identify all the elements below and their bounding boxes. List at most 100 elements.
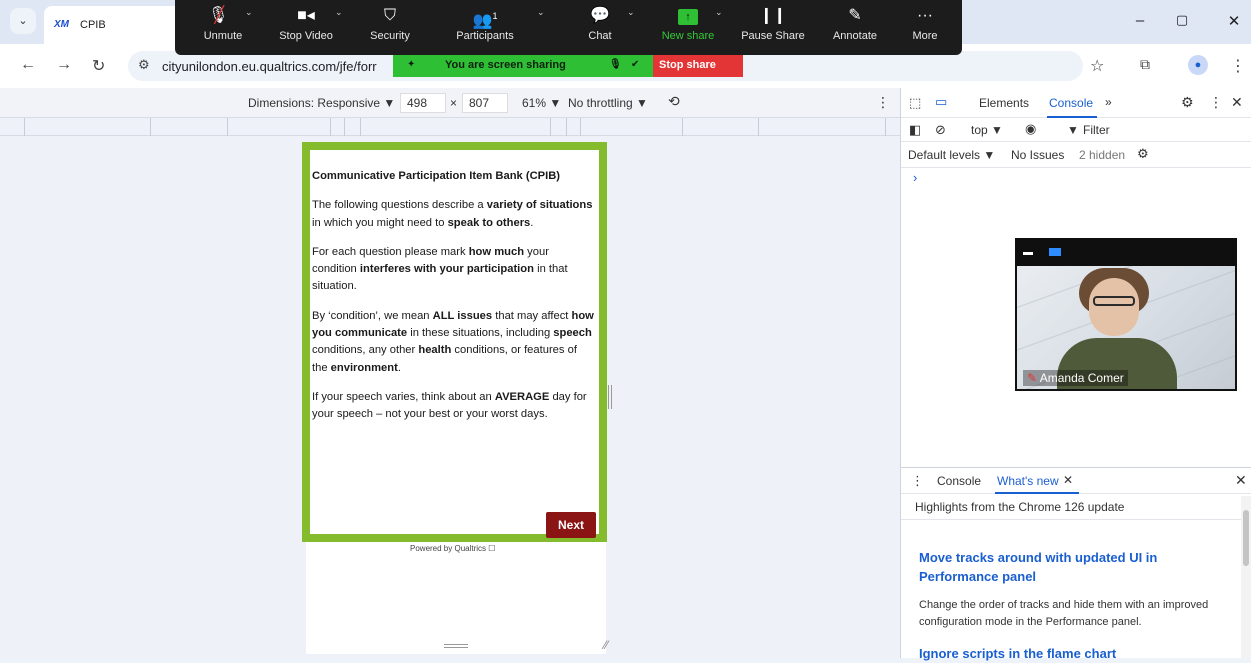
close-window-icon[interactable]: ✕ <box>1224 12 1244 30</box>
unmute-options-caret-icon[interactable]: ⌄ <box>245 7 253 18</box>
powered-by-qualtrics-link[interactable]: Powered by Qualtrics ☐ <box>410 544 495 553</box>
survey-paragraph-2: For each question please mark how much y… <box>312 245 568 293</box>
url-text[interactable]: cityunilondon.eu.qualtrics.com/jfe/forr <box>162 59 377 74</box>
mic-muted-small-icon: 🎙 <box>609 59 622 70</box>
browser-tab[interactable]: XM CPIB <box>44 6 184 44</box>
feature-description-1: Change the order of tracks and hide them… <box>919 599 1209 628</box>
inspect-element-icon[interactable]: ⬚ <box>909 95 921 111</box>
mic-muted-icon: 🎙╱ <box>208 7 229 24</box>
share-options-caret-icon[interactable]: ⌄ <box>715 7 723 18</box>
drawer-tab-whats-new[interactable]: What's new <box>997 474 1059 488</box>
device-width-input[interactable]: 498 <box>400 93 446 113</box>
tab-elements[interactable]: Elements <box>979 96 1029 110</box>
participant-face <box>1089 278 1139 336</box>
dimensions-dropdown[interactable]: Dimensions: Responsive ▼ <box>248 96 395 110</box>
zoom-dropdown[interactable]: 61% ▼ <box>522 96 561 110</box>
device-toggle-icon[interactable]: ▭ <box>935 94 947 110</box>
devtools-menu-icon[interactable]: ⋮ <box>1209 94 1223 111</box>
console-prompt[interactable]: › <box>913 170 917 185</box>
clear-console-icon[interactable]: ⊘ <box>935 122 946 138</box>
dimensions-times: × <box>450 96 458 110</box>
throttling-dropdown[interactable]: No throttling ▼ <box>568 96 648 110</box>
survey-text: Communicative Participation Item Bank (C… <box>312 168 594 436</box>
zoom-security-button[interactable]: ⛉ Security <box>360 0 420 55</box>
drawer-menu-icon[interactable]: ⋮ <box>911 473 924 489</box>
settings-gear-icon[interactable]: ⚙ <box>1181 94 1194 111</box>
zoom-stop-video-button[interactable]: ■◂ Stop Video <box>271 0 341 55</box>
zoom-unmute-button[interactable]: 🎙╱ Unmute <box>193 0 253 55</box>
zoom-pause-share-button[interactable]: ❙❙ Pause Share <box>738 0 808 55</box>
drawer-scroll-thumb[interactable] <box>1243 510 1249 566</box>
video-options-caret-icon[interactable]: ⌄ <box>335 7 343 18</box>
whats-new-highlights: Highlights from the Chrome 126 update <box>915 500 1125 514</box>
console-toolbar: ◧ ⊘ top ▼ ◉ ▼ Filter <box>901 118 1251 142</box>
participant-video-feed: ✎ Amanda Comer <box>1017 266 1235 389</box>
console-settings-gear-icon[interactable]: ⚙ <box>1137 146 1149 162</box>
participants-options-caret-icon[interactable]: ⌄ <box>537 7 545 18</box>
hidden-count: 2 hidden <box>1079 148 1126 162</box>
video-layout-icon[interactable] <box>1049 248 1061 256</box>
filter-input[interactable]: Filter <box>1083 123 1110 137</box>
restore-icon[interactable]: ▢ <box>1172 12 1192 28</box>
close-whats-new-icon[interactable]: ✕ <box>1063 473 1073 487</box>
device-toolbar: Dimensions: Responsive ▼ 498 × 807 61% ▼… <box>0 88 900 118</box>
feature-heading-2[interactable]: Ignore scripts in the flame chart <box>919 644 1219 663</box>
browser-menu-icon[interactable]: ⋮ <box>1230 56 1246 76</box>
stop-share-button[interactable]: Stop share <box>653 55 743 77</box>
close-devtools-icon[interactable]: ✕ <box>1231 94 1243 111</box>
viewport-corner-resize-icon[interactable]: ⁄⁄ <box>604 638 608 652</box>
device-height-input[interactable]: 807 <box>462 93 508 113</box>
zoom-more-button[interactable]: ··· More <box>900 0 950 55</box>
extensions-icon[interactable]: ⧉ <box>1140 56 1150 73</box>
drawer-tab-console[interactable]: Console <box>937 474 981 488</box>
device-toolbar-menu-icon[interactable]: ⋮ <box>876 94 890 111</box>
minimize-video-icon[interactable] <box>1023 252 1033 255</box>
tab-console[interactable]: Console <box>1049 96 1093 110</box>
back-icon[interactable]: ← <box>20 56 36 74</box>
devtools-main-tabs: ⬚ ▭ Elements Console » ⚙ ⋮ ✕ <box>901 88 1251 118</box>
tab-search-chevron-icon[interactable]: ⌄ <box>10 8 36 34</box>
zoom-participants-button[interactable]: 👥1 Participants <box>445 0 525 55</box>
rotate-icon[interactable]: ⟲ <box>668 93 680 110</box>
participant-video-tile[interactable]: ✎ Amanda Comer <box>1015 238 1237 391</box>
participants-icon: 👥1 <box>472 11 498 30</box>
chat-options-caret-icon[interactable]: ⌄ <box>627 7 635 18</box>
stop-share-label: Stop share <box>659 59 716 71</box>
viewport-bottom-resize-handle[interactable] <box>444 644 468 648</box>
more-tabs-icon[interactable]: » <box>1105 95 1112 109</box>
zoom-meeting-toolbar: 🎙╱ Unmute ⌄ ■◂ Stop Video ⌄ ⛉ Security 👥… <box>175 0 962 55</box>
issues-count[interactable]: No Issues <box>1011 148 1064 162</box>
close-drawer-icon[interactable]: ✕ <box>1235 472 1247 489</box>
zoom-new-share-button[interactable]: ↑ New share <box>655 0 721 55</box>
media-query-ruler <box>0 118 900 136</box>
survey-paragraph-4: If your speech varies, think about an AV… <box>312 390 587 421</box>
sharing-status-text: You are screen sharing <box>445 59 566 71</box>
mic-muted-tile-icon: ✎ <box>1027 371 1038 385</box>
pause-icon: ❙❙ <box>759 7 787 24</box>
zoom-chat-button[interactable]: 💬 Chat <box>575 0 625 55</box>
next-button[interactable]: Next <box>546 512 596 538</box>
filter-icon: ▼ <box>1067 123 1079 137</box>
feature-heading-1[interactable]: Move tracks around with updated UI in Pe… <box>919 548 1219 586</box>
context-dropdown[interactable]: top ▼ <box>971 123 1003 137</box>
viewport-right-resize-handle[interactable] <box>608 385 612 409</box>
forward-icon[interactable]: → <box>56 56 72 74</box>
whats-new-header: Highlights from the Chrome 126 update <box>901 494 1251 520</box>
video-icon: ■◂ <box>297 7 315 24</box>
survey-paragraph-3: By ‘condition’, we mean ALL issues that … <box>312 309 594 374</box>
drawer-scrollbar[interactable] <box>1241 496 1251 658</box>
zoom-annotate-button[interactable]: ✎ Annotate <box>825 0 885 55</box>
participant-glasses <box>1093 296 1135 306</box>
more-icon: ··· <box>917 7 933 24</box>
levels-dropdown[interactable]: Default levels ▼ <box>908 148 995 162</box>
bookmark-star-icon[interactable]: ☆ <box>1090 56 1104 76</box>
minimize-icon[interactable]: – <box>1130 12 1150 29</box>
share-drag-icon[interactable]: ✦ <box>407 59 415 70</box>
chat-icon: 💬 <box>590 7 610 24</box>
site-settings-icon[interactable]: ⚙ <box>138 57 150 73</box>
pen-icon: ✎ <box>848 7 862 24</box>
sidebar-toggle-icon[interactable]: ◧ <box>909 122 921 138</box>
reload-icon[interactable]: ↻ <box>92 56 105 76</box>
profile-avatar-icon[interactable]: ● <box>1188 55 1208 75</box>
live-expression-eye-icon[interactable]: ◉ <box>1025 121 1036 137</box>
